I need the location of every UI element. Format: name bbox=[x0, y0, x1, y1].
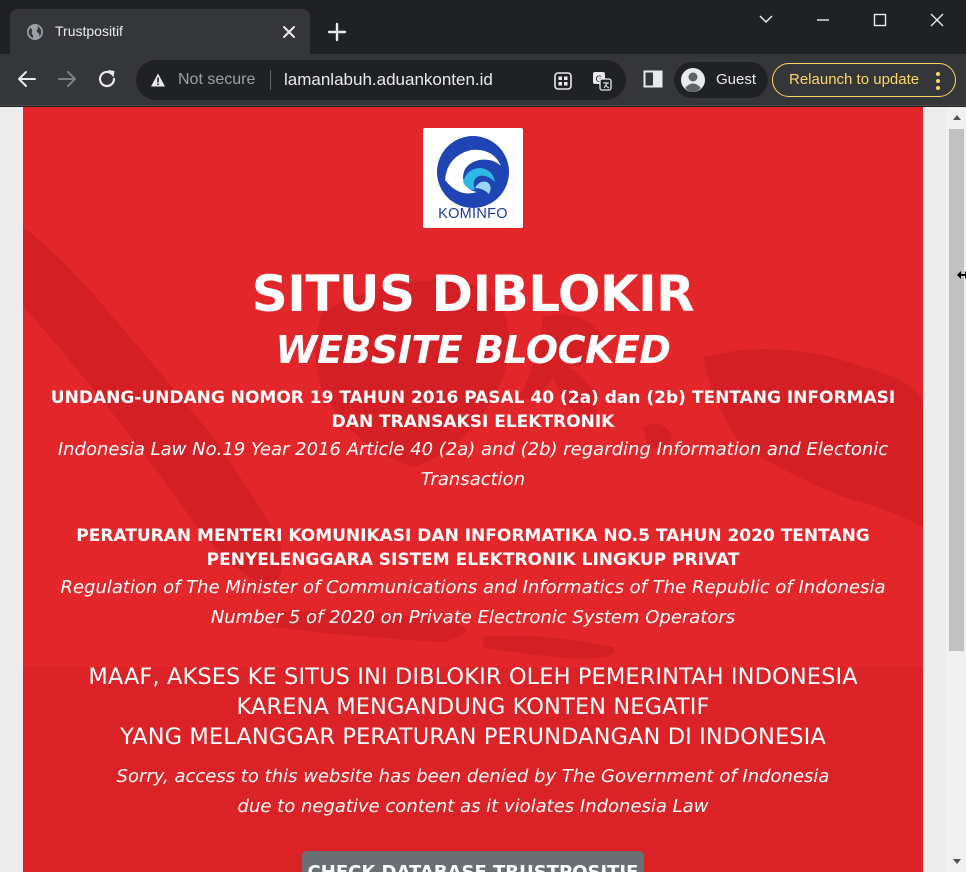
profile-label: Guest bbox=[716, 71, 757, 88]
page-title: SITUS DIBLOKIR bbox=[251, 265, 695, 323]
omnibox-divider bbox=[270, 70, 271, 90]
arrow-left-icon[interactable] bbox=[15, 67, 39, 91]
plus-icon[interactable] bbox=[326, 21, 348, 43]
maximize-icon[interactable] bbox=[865, 8, 895, 32]
kominfo-emblem-icon bbox=[437, 136, 509, 208]
tab-strip: Trustpositif bbox=[0, 0, 966, 54]
page-viewport: KOMINFO SITUS DIBLOKIR WEBSITE BLOCKED U… bbox=[0, 107, 966, 872]
translate-icon[interactable]: G bbox=[591, 70, 613, 92]
resize-cursor-icon bbox=[957, 271, 966, 279]
more-options-icon[interactable] bbox=[931, 70, 945, 92]
apps-grid-icon[interactable] bbox=[552, 70, 574, 92]
block-message-line: due to negative content as it violates I… bbox=[237, 796, 709, 817]
law-reference-id: UNDANG-UNDANG NOMOR 19 TAHUN 2016 PASAL … bbox=[50, 388, 896, 432]
side-panel-icon[interactable] bbox=[641, 67, 665, 91]
block-message-en: Sorry, access to this website has been d… bbox=[23, 762, 923, 822]
block-message-line: MAAF, AKSES KE SITUS INI DIBLOKIR OLEH P… bbox=[88, 664, 858, 690]
tab-title: Trustpositif bbox=[55, 23, 123, 39]
address-bar[interactable]: Not secure lamanlabuh.aduankonten.id G bbox=[136, 60, 626, 100]
scroll-up-icon[interactable] bbox=[950, 111, 964, 123]
reload-icon[interactable] bbox=[95, 67, 119, 91]
check-database-label: CHECK DATABASE TRUSTPOSITIF bbox=[302, 862, 644, 872]
avatar-icon bbox=[681, 68, 705, 92]
close-tab-icon[interactable] bbox=[280, 23, 298, 41]
block-message-line: Sorry, access to this website has been d… bbox=[116, 766, 830, 787]
profile-button[interactable]: Guest bbox=[674, 62, 768, 98]
arrow-right-icon[interactable] bbox=[55, 67, 79, 91]
relaunch-update-button[interactable]: Relaunch to update bbox=[772, 63, 956, 97]
close-icon[interactable] bbox=[922, 8, 952, 32]
law-reference-en: Indonesia Law No.19 Year 2016 Article 40… bbox=[57, 439, 889, 490]
scrollbar-thumb[interactable] bbox=[949, 129, 964, 651]
block-message-id: MAAF, AKSES KE SITUS INI DIBLOKIR OLEH P… bbox=[23, 662, 923, 752]
relaunch-label: Relaunch to update bbox=[789, 71, 920, 88]
logo-text: KOMINFO bbox=[438, 206, 508, 222]
block-message-line: KARENA MENGANDUNG KONTEN NEGATIF bbox=[236, 694, 710, 720]
check-database-button[interactable]: CHECK DATABASE TRUSTPOSITIF bbox=[302, 851, 644, 872]
browser-tab[interactable]: Trustpositif bbox=[10, 9, 310, 54]
blocked-page-panel: KOMINFO SITUS DIBLOKIR WEBSITE BLOCKED U… bbox=[23, 107, 923, 872]
regulation-reference-id: PERATURAN MENTERI KOMUNIKASI DAN INFORMA… bbox=[76, 526, 870, 570]
url-text[interactable]: lamanlabuh.aduankonten.id bbox=[284, 70, 493, 90]
chevron-down-icon[interactable] bbox=[751, 8, 781, 32]
browser-toolbar: Not secure lamanlabuh.aduankonten.id G G… bbox=[0, 54, 966, 106]
kominfo-logo: KOMINFO bbox=[423, 128, 523, 228]
minimize-icon[interactable] bbox=[808, 8, 838, 32]
warning-icon[interactable] bbox=[150, 72, 166, 88]
scroll-down-icon[interactable] bbox=[950, 856, 964, 868]
page-subtitle: WEBSITE BLOCKED bbox=[275, 328, 671, 372]
globe-icon bbox=[27, 24, 43, 40]
regulation-reference-en: Regulation of The Minister of Communicat… bbox=[60, 577, 886, 628]
security-status[interactable]: Not secure bbox=[178, 71, 255, 89]
block-message-line: YANG MELANGGAR PERATURAN PERUNDANGAN DI … bbox=[120, 724, 826, 750]
